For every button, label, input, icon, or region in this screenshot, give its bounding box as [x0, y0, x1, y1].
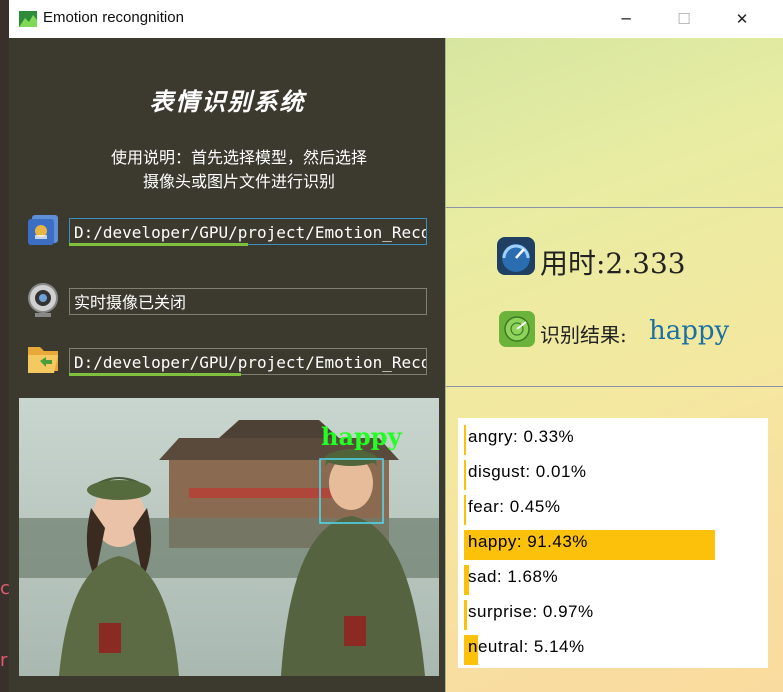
- detection-label: happy: [321, 422, 403, 451]
- probability-label: neutral: 5.14%: [468, 637, 585, 656]
- probability-bar: [464, 600, 467, 630]
- close-button[interactable]: ✕: [719, 0, 765, 38]
- result-panel: 用时:2.333 识别结果: happy angry: 0.33% disgust…: [446, 38, 783, 692]
- minimize-button[interactable]: ─: [603, 0, 649, 38]
- image-load-progress: [69, 373, 241, 376]
- photo-scene: happy: [19, 398, 439, 676]
- probability-label: happy: 91.43%: [468, 532, 588, 551]
- divider-top: [446, 207, 783, 208]
- camera-status-field[interactable]: 实时摄像已关闭: [69, 288, 427, 315]
- probability-label: surprise: 0.97%: [468, 602, 594, 621]
- app-icon: [19, 11, 37, 27]
- instructions-line-1: 使用说明：首先选择模型，然后选择: [110, 148, 367, 167]
- elapsed-time: 用时:2.333: [540, 247, 686, 280]
- probability-chart: angry: 0.33% disgust: 0.01% fear: 0.45% hap…: [458, 418, 768, 668]
- window-title: Emotion recongnition: [43, 9, 184, 26]
- probability-bar: [464, 495, 466, 525]
- probability-bar: [464, 460, 466, 490]
- probability-label: disgust: 0.01%: [468, 462, 587, 481]
- folder-open-icon[interactable]: [26, 341, 62, 375]
- control-panel: 表情识别系统 使用说明：首先选择模型，然后选择 摄像头或图片文件进行识别 D:/…: [9, 38, 446, 692]
- result-label: 识别结果:: [540, 323, 627, 347]
- folder-model-icon[interactable]: [26, 211, 62, 247]
- background-text-fragment: r: [0, 650, 8, 671]
- model-path-field[interactable]: D:/developer/GPU/project/Emotion_Recogni…: [69, 218, 427, 245]
- probability-bar: [464, 425, 466, 455]
- radar-icon: [499, 311, 535, 347]
- result-value: happy: [649, 316, 730, 346]
- maximize-button[interactable]: ☐: [661, 0, 707, 38]
- system-title: 表情识别系统: [149, 87, 306, 116]
- divider-bottom: [446, 386, 783, 387]
- app-window: Emotion recongnition ─ ☐ ✕ 表情识别系统 使用说明：首…: [9, 0, 783, 692]
- speedometer-icon: [497, 237, 535, 275]
- probability-label: sad: 1.68%: [468, 567, 559, 586]
- title-bar[interactable]: Emotion recongnition ─ ☐ ✕: [9, 0, 783, 38]
- probability-label: fear: 0.45%: [468, 497, 561, 516]
- webcam-icon[interactable]: [26, 281, 60, 321]
- result-image: happy: [19, 398, 439, 676]
- model-load-progress: [69, 243, 248, 246]
- instructions-line-2: 摄像头或图片文件进行识别: [142, 172, 335, 191]
- probability-label: angry: 0.33%: [468, 427, 575, 446]
- image-path-field[interactable]: D:/developer/GPU/project/Emotion_Recogni…: [69, 348, 427, 375]
